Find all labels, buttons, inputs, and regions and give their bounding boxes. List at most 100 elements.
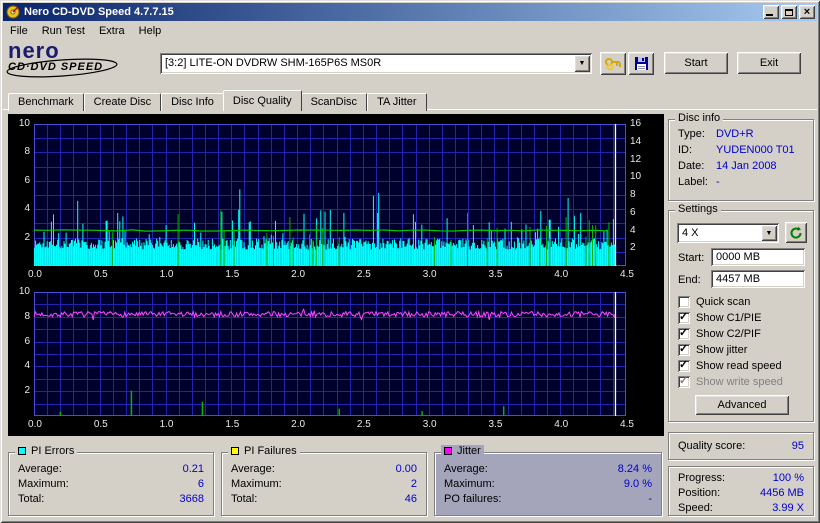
top-chart-xaxis-tick: 2.5 (356, 269, 371, 280)
scan-end-field[interactable]: 4457 MB (711, 270, 805, 288)
maximize-button[interactable] (781, 5, 797, 19)
tab-strip: Benchmark Create Disc Disc Info Disc Qualit… (8, 89, 427, 111)
stats-panel-jitter: Jitter Average: 8.24 % Maximum: 9.0 % PO fail… (434, 445, 662, 516)
stats-panel-pi-errors: PI Errors Average: 0.21 Maximum: 6 Total: 3668 (8, 445, 214, 516)
speed-selector[interactable]: 4 X ▼ (677, 223, 779, 243)
drive-selector-value: [3:2] LITE-ON DVDRW SHM-165P6S MS0R (165, 57, 382, 69)
settings-group: Settings 4 X ▼ Start: 0000 MB End: 4457 … (668, 203, 814, 422)
stats-row: Average: 8.24 % (435, 463, 661, 477)
top-chart-yaxis-left-tick: 4 (24, 203, 30, 215)
check-icon: ✓ (679, 342, 689, 355)
stats-row-label: Average: (231, 463, 275, 475)
stats-row-value: 8.24 % (617, 463, 652, 475)
window-title: Nero CD-DVD Speed 4.7.7.15 (24, 6, 174, 18)
tab-disc-info[interactable]: Disc Info (161, 93, 224, 111)
app-icon (6, 5, 20, 19)
refresh-disc-button[interactable] (785, 222, 807, 243)
stats-panel-title: PI Failures (228, 445, 300, 457)
stats-row: Average: 0.21 (9, 463, 213, 477)
checkbox-show-c2-pif[interactable]: ✓ Show C2/PIF (678, 327, 761, 340)
speed-value: 3.99 X (772, 502, 804, 514)
bottom-chart-xaxis-tick: 0.0 (28, 419, 42, 430)
stats-row-label: Average: (444, 463, 488, 475)
checkbox-label: Quick scan (696, 295, 751, 308)
tab-ta-jitter[interactable]: TA Jitter (367, 93, 427, 111)
close-button[interactable]: × (799, 5, 815, 19)
checkbox-box[interactable]: ✓ (678, 359, 690, 372)
drive-selector-dropdown-button[interactable]: ▼ (574, 55, 590, 72)
stats-row-label: Total: (231, 493, 258, 505)
checkbox-box: ✓ (678, 374, 690, 388)
tab-scandisc[interactable]: ScanDisc (300, 93, 368, 111)
tab-create-disc[interactable]: Create Disc (83, 93, 162, 111)
tab-benchmark[interactable]: Benchmark (8, 93, 84, 111)
checkbox-label: Show jitter (696, 343, 748, 356)
quality-score-value: 95 (791, 440, 804, 452)
app-window: Nero CD-DVD Speed 4.7.7.15 × File Run Tes… (0, 0, 820, 523)
menu-item-run-test[interactable]: Run Test (35, 23, 92, 39)
menu-item-extra[interactable]: Extra (92, 23, 132, 39)
top-chart-yaxis-right-tick: 4 (630, 224, 636, 236)
checkbox-box[interactable]: ✓ (678, 311, 690, 324)
top-chart-yaxis-left-tick: 8 (24, 146, 30, 158)
stats-row-value: 9.0 % (623, 478, 652, 490)
top-chart-yaxis-right-tick: 14 (630, 135, 642, 147)
disc-label-value: - (716, 176, 720, 188)
disc-label-label: Label: (678, 176, 708, 188)
top-chart-yaxis-right-tick: 2 (630, 242, 636, 254)
checkbox-box[interactable]: ✓ (678, 342, 690, 356)
stats-row-value: 0.00 (395, 463, 417, 475)
disc-info-title: Disc info (675, 112, 724, 124)
top-chart-xaxis-tick: 4.5 (620, 269, 634, 280)
top-chart-xaxis-tick: 0.0 (28, 269, 42, 280)
speed-selector-dropdown-button[interactable]: ▼ (761, 225, 777, 241)
stats-panel-title: Jitter (441, 445, 484, 457)
checkbox-show-jitter[interactable]: ✓ Show jitter (678, 343, 747, 356)
checkbox-box[interactable]: ✓ (678, 327, 690, 340)
nero-logo: nero CD·DVD SPEED (6, 40, 148, 83)
top-chart-yaxis-right-tick: 10 (630, 171, 642, 183)
stats-row: Total: 3668 (9, 493, 213, 507)
speed-selector-value: 4 X (682, 227, 699, 239)
checkbox-show-read-speed[interactable]: ✓ Show read speed (678, 359, 782, 372)
top-chart-yaxis-right-tick: 12 (630, 153, 642, 165)
save-button[interactable] (628, 52, 654, 75)
quality-chart-panel: 2 4 6 8 10 2 4 6 8 10 12 14 16 0.0 0.5 1.0 1.5 2.0 2.5 3.0 3… (8, 114, 664, 436)
top-chart-yaxis-right-tick: 6 (630, 206, 636, 218)
stats-row-label: Maximum: (444, 478, 495, 490)
scan-start-field[interactable]: 0000 MB (711, 248, 805, 266)
exit-button[interactable]: Exit (737, 52, 801, 74)
checkbox-show-c1-pie[interactable]: ✓ Show C1/PIE (678, 311, 761, 324)
checkbox-show-write-speed: ✓ Show write speed (678, 375, 783, 388)
refresh-disc-icon (790, 226, 802, 239)
top-chart-xaxis-tick: 3.5 (488, 269, 503, 280)
top-chart-xaxis-tick: 1.5 (225, 269, 240, 280)
bottom-chart-yaxis-left-tick: 10 (18, 286, 30, 297)
progress-label: Progress: (678, 472, 726, 484)
jitter-pi-failures-plot (34, 292, 626, 416)
tab-disc-quality[interactable]: Disc Quality (222, 90, 302, 111)
bottom-chart-xaxis-tick: 1.5 (225, 419, 240, 430)
top-chart-xaxis-tick: 0.5 (93, 269, 108, 280)
stats-row: Total: 46 (222, 493, 426, 507)
checkbox-box[interactable] (678, 295, 690, 308)
disc-type-label: Type: (678, 128, 705, 140)
top-chart-yaxis-right-tick: 8 (630, 189, 636, 200)
minimize-button[interactable] (763, 5, 779, 19)
start-button[interactable]: Start (664, 52, 728, 74)
menu-bar: File Run Test Extra Help (3, 21, 817, 40)
keys-icon (605, 57, 621, 70)
options-button[interactable] (600, 52, 626, 75)
advanced-button[interactable]: Advanced (695, 395, 789, 415)
menu-item-file[interactable]: File (3, 23, 35, 39)
quality-score-label: Quality score: (678, 440, 746, 452)
top-chart-xaxis-tick: 4.0 (554, 269, 569, 280)
menu-item-help[interactable]: Help (132, 23, 169, 39)
checkbox-quick-scan[interactable]: Quick scan (678, 295, 750, 308)
drive-selector[interactable]: [3:2] LITE-ON DVDRW SHM-165P6S MS0R ▼ (160, 53, 592, 74)
check-icon: ✓ (679, 374, 689, 387)
stats-row-label: Average: (18, 463, 62, 475)
checkbox-label: Show read speed (696, 359, 782, 372)
bottom-chart-xaxis-tick: 0.5 (93, 419, 108, 430)
stats-row-label: PO failures: (444, 493, 502, 505)
